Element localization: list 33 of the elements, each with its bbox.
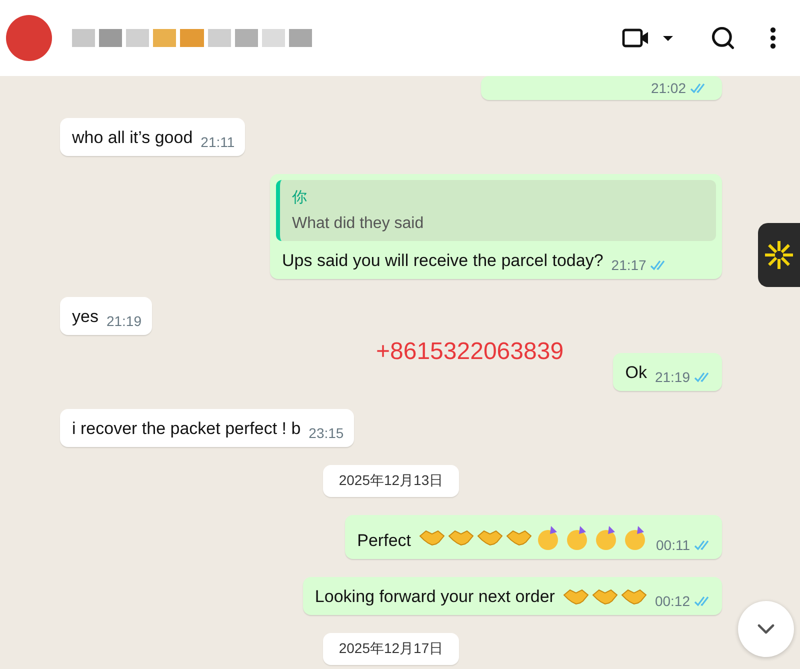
message-time: 21:02 — [650, 80, 708, 96]
contact-avatar[interactable] — [6, 15, 52, 61]
party-face-icon — [622, 525, 648, 551]
message-time: 21:19 — [106, 313, 142, 329]
message-text: Ok — [625, 363, 647, 383]
message-text: yes — [72, 307, 98, 327]
message-time: 21:11 — [200, 134, 235, 150]
asterisk-icon — [763, 239, 795, 271]
party-face-icon — [593, 525, 619, 551]
menu-icon — [770, 27, 776, 49]
overlay-phone-number: +8615322063839 — [376, 338, 564, 366]
party-face-icon — [564, 525, 590, 551]
message-time: 00:12 — [654, 593, 712, 609]
message-time: 21:17 — [611, 257, 668, 273]
date-chip: 2025年12月13日 — [322, 465, 460, 497]
message-time: 21:19 — [654, 369, 712, 385]
video-call-button[interactable] — [622, 27, 676, 49]
search-icon — [710, 25, 736, 51]
quoted-message[interactable]: 你 What did they said — [276, 180, 716, 241]
date-chip: 2025年12月17日 — [322, 633, 460, 665]
message-text: Ups said you will receive the parcel today? — [282, 251, 604, 271]
quote-author: 你 — [292, 188, 308, 207]
message-time: 23:15 — [308, 425, 344, 441]
message-text: Perfect — [357, 531, 411, 551]
quote-text: What did they said — [292, 215, 425, 233]
message-time: 00:11 — [656, 537, 712, 553]
message-text: Looking forward your next order — [314, 587, 555, 607]
search-button[interactable] — [710, 25, 736, 51]
floating-widget[interactable] — [758, 223, 800, 287]
menu-button[interactable] — [770, 27, 776, 49]
message-text: who all it’s good — [72, 128, 193, 148]
message-text: i recover the packet perfect ! b — [72, 419, 301, 439]
party-face-icon — [535, 525, 561, 551]
